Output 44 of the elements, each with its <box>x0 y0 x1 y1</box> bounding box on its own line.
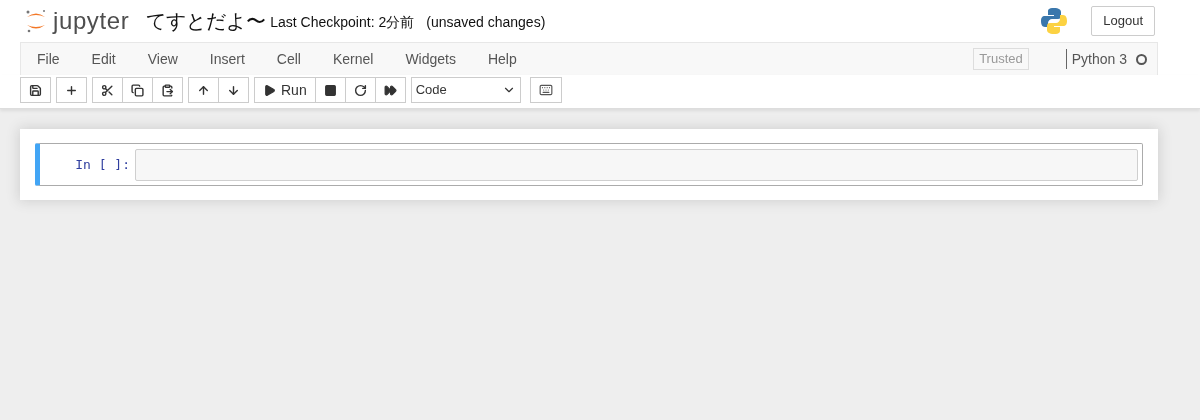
menu-item[interactable]: Insert <box>193 48 261 70</box>
menu-item[interactable]: View <box>131 48 194 70</box>
menu-item[interactable]: Kernel <box>316 48 390 70</box>
code-cell[interactable]: In [ ]: <box>35 143 1143 186</box>
save-button[interactable] <box>20 77 51 103</box>
arrow-down-icon <box>227 83 240 97</box>
run-all-button[interactable] <box>374 77 406 103</box>
arrow-up-icon <box>197 83 210 97</box>
paste-button[interactable] <box>152 77 183 103</box>
scissors-icon <box>101 83 114 97</box>
stop-button[interactable] <box>314 77 346 103</box>
down-button[interactable] <box>218 77 249 103</box>
keyboard-icon <box>538 83 553 97</box>
menu-item[interactable]: Edit <box>75 48 132 70</box>
clipboard-icon <box>161 83 174 97</box>
menu-item[interactable]: Widgets <box>389 48 472 70</box>
menu-item[interactable]: Cell <box>260 48 317 70</box>
up-button[interactable] <box>188 77 219 103</box>
code-input-field[interactable] <box>135 148 1138 181</box>
menu-item[interactable]: File <box>21 48 76 70</box>
play-icon <box>263 83 276 97</box>
copy-button[interactable] <box>122 77 153 103</box>
kernel-name: Python 3 <box>1071 49 1127 69</box>
add-button[interactable] <box>56 77 87 103</box>
jupyter-logo-icon <box>25 9 47 33</box>
cell-prompt: In [ ]: <box>74 155 131 174</box>
copy-icon <box>131 83 144 97</box>
jupyter-logo-text[interactable]: jupyter <box>53 3 130 39</box>
logout-button[interactable]: Logout <box>1091 6 1155 36</box>
checkpoint-status: Last Checkpoint: 2分前 <box>270 13 415 32</box>
restart-icon <box>353 83 367 97</box>
run-button[interactable]: Run <box>254 77 316 103</box>
save-icon <box>29 83 42 97</box>
python-logo-icon <box>1039 6 1070 36</box>
menu-item[interactable]: Help <box>471 48 533 70</box>
fast-forward-icon <box>383 83 397 97</box>
autosave-status: (unsaved changes) <box>426 13 546 32</box>
stop-icon <box>323 83 337 97</box>
cut-button[interactable] <box>92 77 123 103</box>
keyboard-shortcuts-button[interactable] <box>529 77 562 103</box>
restart-button[interactable] <box>344 77 376 103</box>
plus-icon <box>65 83 78 97</box>
cell-type-dropdown[interactable]: Code <box>410 77 521 103</box>
notebook-name[interactable]: てすとだよ〜 <box>146 6 267 36</box>
